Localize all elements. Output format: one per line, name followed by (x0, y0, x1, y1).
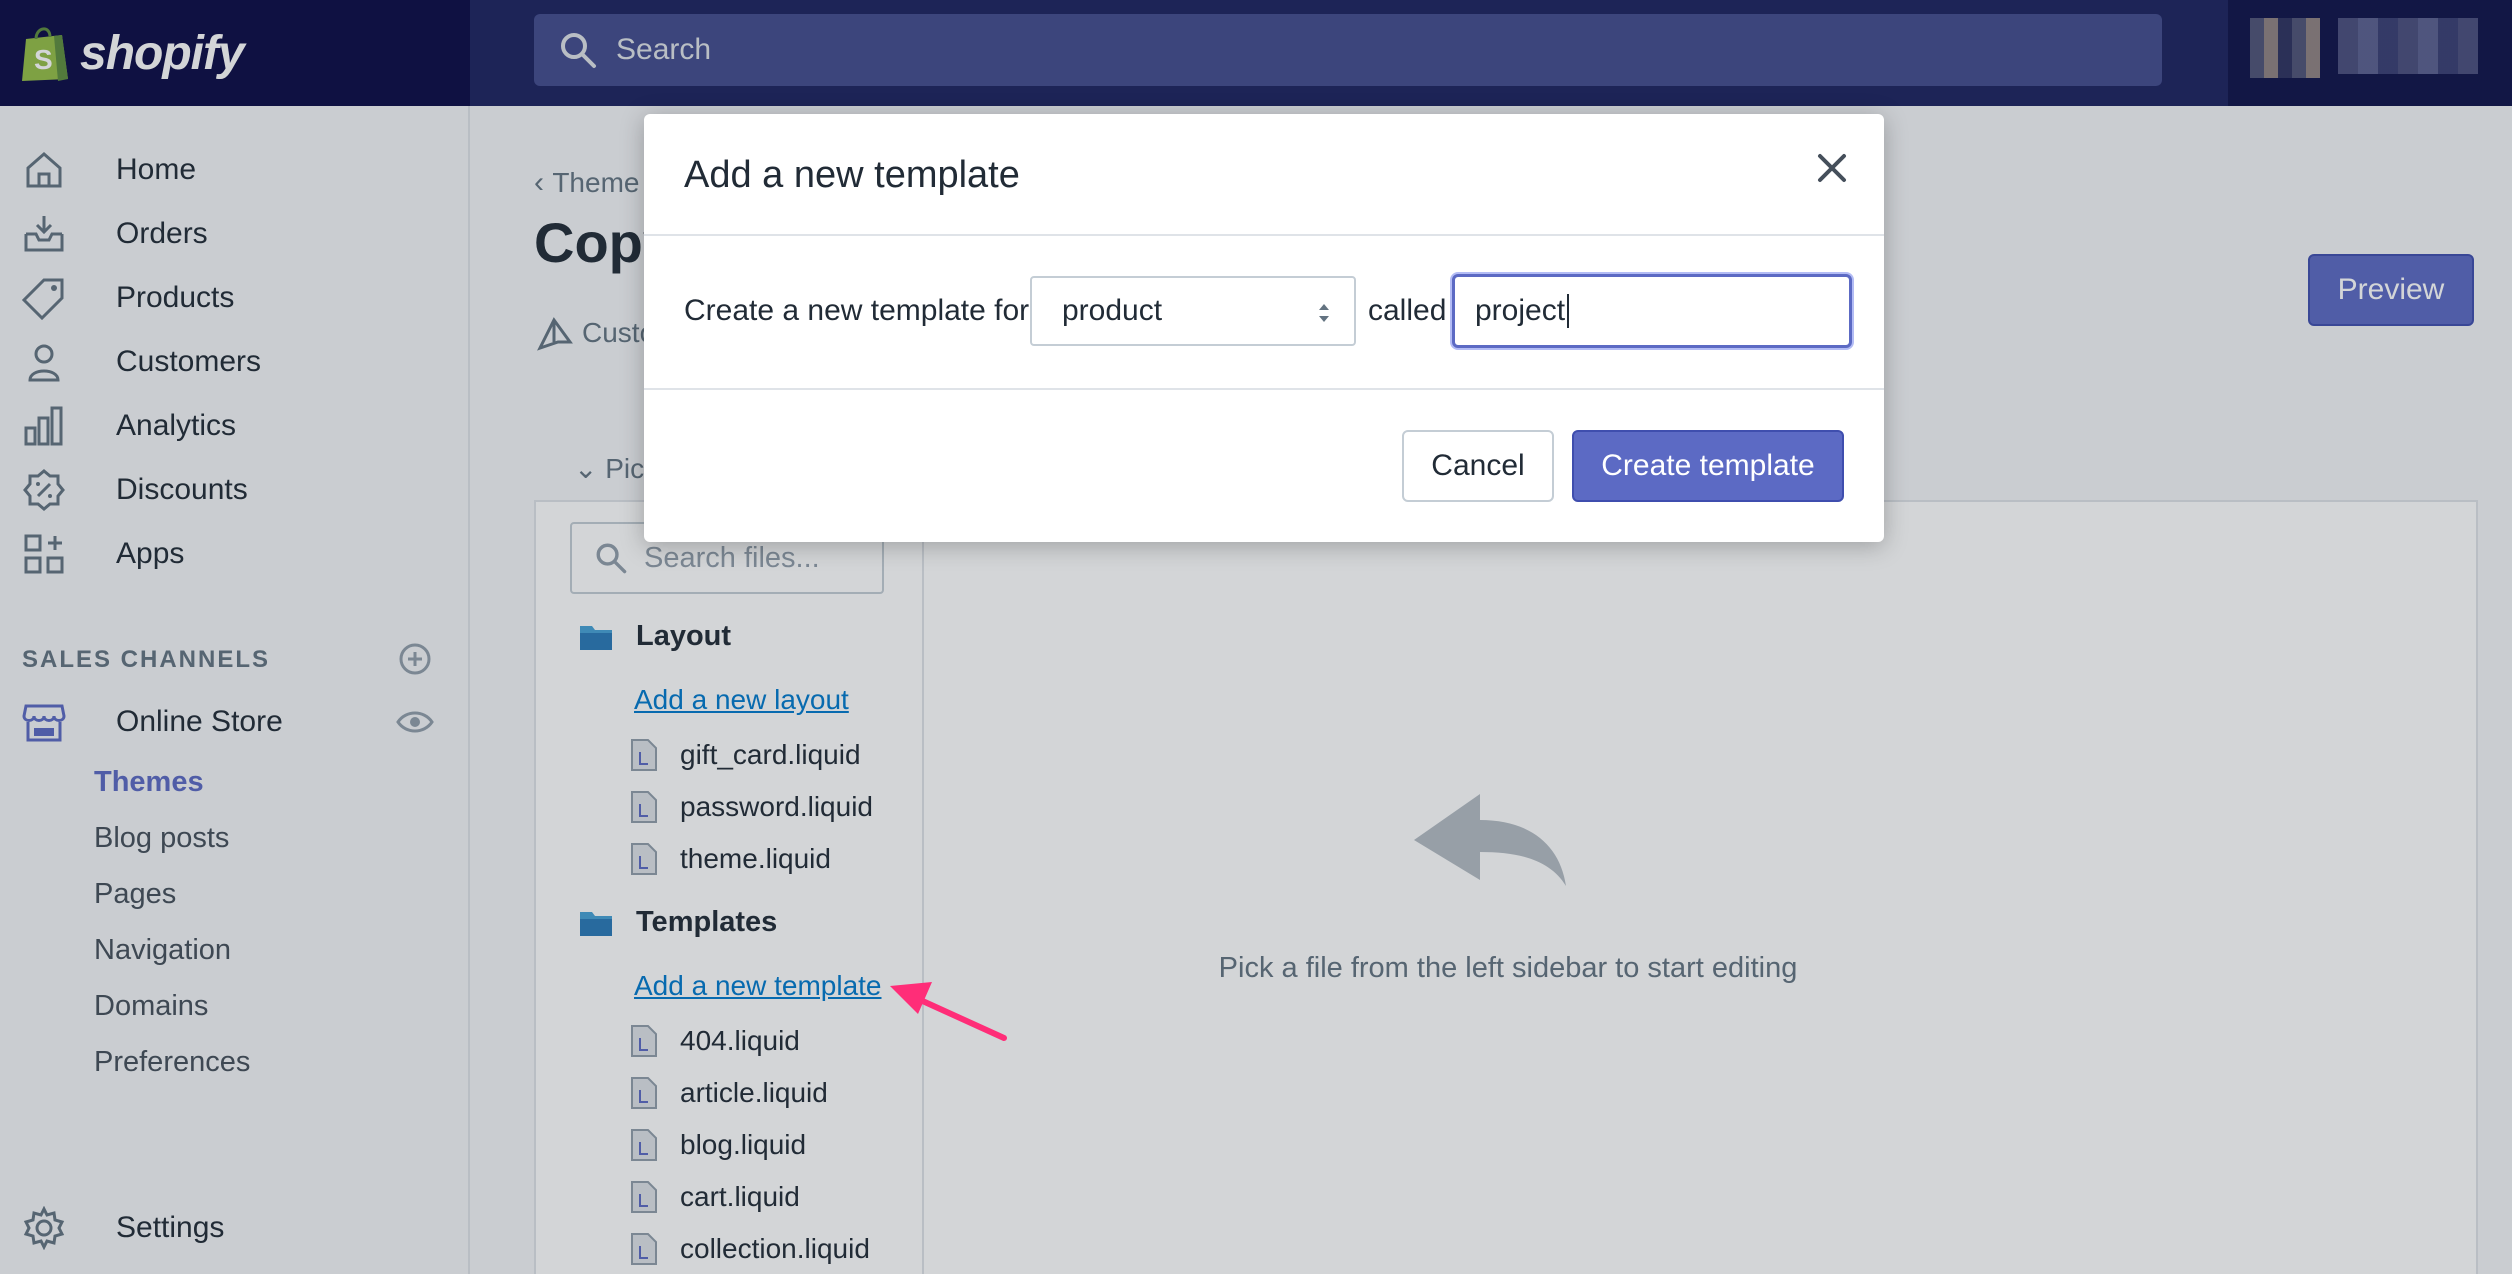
modal-title: Add a new template (684, 154, 1020, 196)
template-name-input[interactable]: project (1452, 274, 1852, 348)
text-cursor (1567, 294, 1570, 328)
modal-divider (644, 234, 1884, 236)
select-value: product (1062, 294, 1163, 327)
create-template-button[interactable]: Create template (1572, 430, 1844, 502)
modal-divider (644, 388, 1884, 390)
template-type-select[interactable]: product (1030, 276, 1356, 346)
template-type-label: Create a new template for (684, 294, 1030, 327)
add-template-modal: Add a new template Create a new template… (644, 114, 1884, 542)
select-caret-icon (1319, 304, 1329, 322)
cancel-button[interactable]: Cancel (1402, 430, 1554, 502)
annotation-arrow-icon (890, 982, 1007, 1041)
called-label: called (1368, 294, 1447, 327)
close-icon[interactable] (1814, 150, 1850, 186)
input-value: project (1475, 294, 1566, 327)
